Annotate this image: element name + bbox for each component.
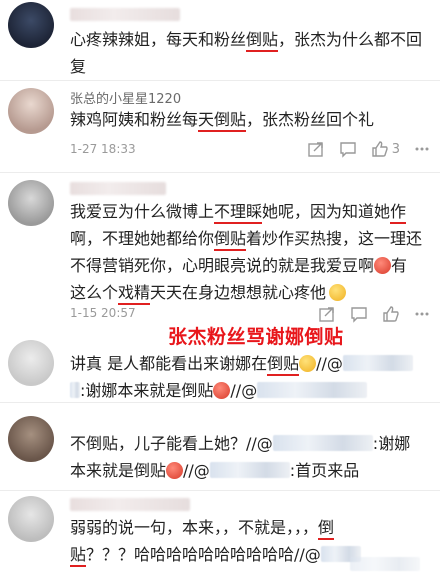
text-line: 讲真 是人都能看出来谢娜在倒贴//@: [70, 350, 432, 377]
text-line: :谢娜本来就是倒贴//@: [70, 377, 432, 404]
avatar[interactable]: [8, 340, 54, 386]
divider: [0, 402, 440, 403]
more-button[interactable]: [414, 305, 430, 323]
highlight-underline: 作: [390, 202, 407, 224]
like-button[interactable]: 3: [371, 140, 400, 158]
highlight-underline: 倒贴: [267, 354, 300, 376]
comment-3: 我爱豆为什么微博上不理睬她呢，因为知道她作 啊，不理她她都给你倒贴着炒作买热搜，…: [0, 176, 440, 326]
like-count: 3: [391, 141, 400, 157]
more-button[interactable]: [414, 140, 430, 158]
avatar[interactable]: [8, 496, 54, 542]
avatar[interactable]: [8, 180, 54, 226]
share-icon: [319, 307, 334, 322]
more-icon: [415, 147, 429, 151]
divider: [0, 172, 440, 173]
blurred-username[interactable]: [342, 355, 413, 371]
comment-icon: [340, 142, 356, 158]
text-line: 这么个戏精天天在身边想想就心疼他: [70, 279, 432, 306]
avatar[interactable]: [8, 88, 54, 134]
highlight-underline: 不理睬: [214, 202, 263, 224]
divider: [0, 490, 440, 491]
highlight-underline: 贴: [70, 545, 87, 567]
highlight-underline: 倒贴: [214, 229, 247, 251]
comment-2: 张总的小星星1220 辣鸡阿姨和粉丝每天倒贴，张杰粉丝回个礼 1-27 18:3…: [0, 82, 440, 168]
text-line: 我爱豆为什么微博上不理睬她呢，因为知道她作: [70, 198, 432, 225]
sad-face-emoji-icon: [329, 284, 347, 301]
watermark: [350, 554, 420, 573]
blurred-username[interactable]: [70, 382, 80, 398]
text-line: 不得营销死你，心明眼亮说的就是我爱豆啊有: [70, 256, 408, 275]
more-icon: [415, 312, 429, 316]
author-name[interactable]: 张总的小星星1220: [70, 88, 181, 107]
timestamp: 1-27 18:33: [70, 142, 136, 156]
author-name-blurred[interactable]: [70, 182, 166, 195]
comment-text: 辣鸡阿姨和粉丝每天倒贴，张杰粉丝回个礼: [70, 106, 432, 133]
thumbs-up-icon: [383, 306, 399, 322]
highlight-underline: 倒: [318, 518, 335, 540]
comment-button[interactable]: [339, 140, 357, 158]
share-button[interactable]: [307, 140, 325, 158]
reply-text: 讲真 是人都能看出来谢娜在倒贴//@ :谢娜本来就是倒贴//@: [70, 350, 432, 404]
timestamp: 1-15 20:57: [70, 306, 136, 320]
comment-1: 心疼辣辣姐，每天和粉丝倒贴，张杰为什么都不回复: [0, 0, 440, 76]
reply-3: 弱弱的说一句，本来，，不就是，，，倒 贴？？？哈哈哈哈哈哈哈哈哈哈//@: [0, 492, 440, 579]
author-name-blurred[interactable]: [70, 8, 180, 21]
angry-face-emoji-icon: [374, 257, 392, 274]
highlight-underline: 倒贴: [246, 30, 279, 52]
reply-2: 不倒贴，儿子能看上她？//@:谢娜 本来就是倒贴//@:首页来品: [0, 408, 440, 490]
blurred-username[interactable]: [209, 462, 290, 478]
text-line: 不倒贴，儿子能看上她？//@:谢娜: [70, 434, 411, 453]
avatar[interactable]: [8, 2, 54, 48]
share-icon: [308, 142, 323, 157]
crying-laughing-emoji-icon: [213, 382, 231, 399]
like-button[interactable]: [382, 305, 400, 323]
blurred-username[interactable]: [272, 435, 373, 451]
comment-icon: [351, 307, 367, 323]
text-line: 弱弱的说一句，本来，，不就是，，，倒: [70, 514, 432, 541]
avatar[interactable]: [8, 416, 54, 462]
divider: [0, 80, 440, 81]
highlight-underline: 戏精: [118, 283, 151, 305]
blurred-username[interactable]: [257, 382, 368, 398]
comment-text: 心疼辣辣姐，每天和粉丝倒贴，张杰为什么都不回复: [70, 30, 423, 76]
text-line: 啊，不理她她都给你倒贴着炒作买热搜，这一理还: [70, 225, 432, 252]
text-line: 本来就是倒贴//@:首页来品: [70, 461, 360, 480]
thumbs-up-icon: [372, 141, 388, 157]
reply-text: 不倒贴，儿子能看上她？//@:谢娜 本来就是倒贴//@:首页来品: [70, 430, 432, 484]
crying-laughing-emoji-icon: [166, 462, 184, 479]
laughing-emoji-icon: [299, 355, 317, 372]
highlight-underline: 天倒贴: [198, 110, 247, 132]
watermark-blur: [350, 557, 420, 571]
action-bar: 3: [307, 138, 430, 160]
comment-text: 我爱豆为什么微博上不理睬她呢，因为知道她作 啊，不理她她都给你倒贴着炒作买热搜，…: [70, 198, 432, 306]
comment-button[interactable]: [350, 305, 368, 323]
author-name-blurred[interactable]: [70, 498, 190, 511]
share-button[interactable]: [318, 305, 336, 323]
